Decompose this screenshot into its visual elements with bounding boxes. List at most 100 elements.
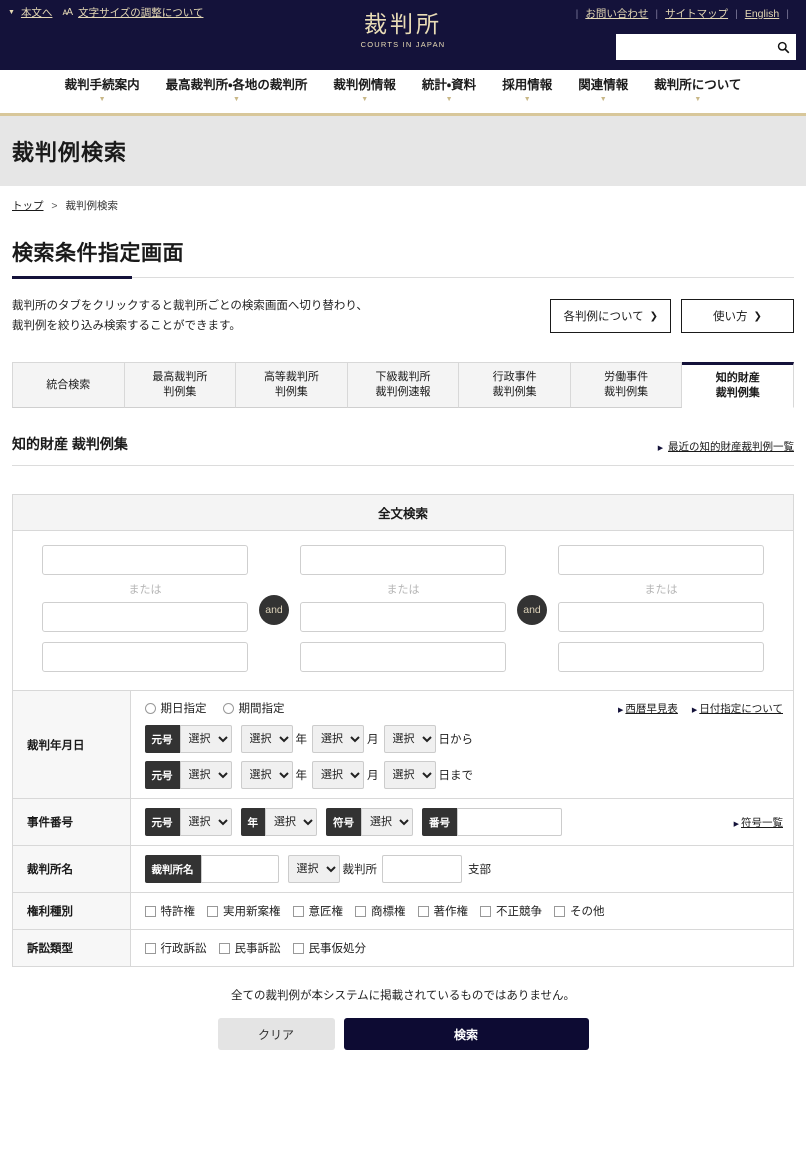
tab-administrative-cases[interactable]: 行政事件 裁判例集 — [459, 362, 571, 409]
nav-item-procedures[interactable]: 裁判手続案内 ▼ — [52, 78, 153, 103]
case-mark-select[interactable]: 選択 — [361, 808, 413, 837]
tab-line-2: 判例集 — [274, 386, 308, 399]
triangle-right-icon: ▶ — [691, 706, 698, 714]
search-icon — [777, 41, 789, 53]
checkbox-label: その他 — [570, 906, 605, 919]
checkbox-patent[interactable]: 特許権 — [144, 903, 195, 919]
checkbox-civil-provisional[interactable]: 民事仮処分 — [292, 940, 367, 956]
checkbox-utility-model[interactable]: 実用新案権 — [207, 903, 281, 919]
nav-item-about[interactable]: 裁判所について ▼ — [641, 78, 754, 103]
breadcrumb-home-link[interactable]: トップ — [12, 200, 44, 212]
era-select-to[interactable]: 選択 — [179, 761, 232, 790]
court-name-tag: 裁判所名 — [144, 855, 201, 884]
checkbox-other[interactable]: その他 — [554, 903, 605, 919]
breadcrumb: トップ > 裁判例検索 — [0, 186, 806, 213]
sitemap-link[interactable]: サイトマップ — [665, 6, 728, 21]
radio-date-range[interactable]: 期間指定 — [222, 700, 285, 716]
divider: | — [575, 7, 579, 20]
chevron-down-icon: ▼ — [599, 96, 607, 103]
search-button[interactable]: 検索 — [343, 1018, 589, 1051]
right-type-checkboxes: 特許権 実用新案権 意匠権 商標権 著作権 不正競争 その他 — [144, 903, 784, 919]
radio-circle-icon — [144, 702, 156, 714]
or-label: または — [644, 584, 678, 597]
radio-single-date-label: 期日指定 — [160, 703, 207, 716]
fulltext-input-1-1[interactable] — [42, 545, 248, 576]
fulltext-input-3-1[interactable] — [558, 545, 764, 576]
date-helper-links: ▶ 西暦早見表 ▶ 日付指定について — [618, 701, 783, 716]
year-select-from[interactable]: 選択 — [240, 725, 293, 754]
divider: | — [735, 7, 738, 20]
header-utility-links: | お問い合わせ | サイトマップ | English | — [569, 6, 796, 21]
mark-list-link[interactable]: 符号一覧 — [741, 817, 783, 829]
checkbox-administrative-suit[interactable]: 行政訴訟 — [144, 940, 207, 956]
checkbox-trademark[interactable]: 商標権 — [355, 903, 406, 919]
case-era-select[interactable]: 選択 — [179, 808, 232, 837]
month-select-to[interactable]: 選択 — [312, 761, 364, 790]
search-input[interactable] — [616, 34, 770, 60]
radio-single-date[interactable]: 期日指定 — [144, 700, 207, 716]
radio-circle-icon — [222, 702, 234, 714]
unit-month-from: 月 — [367, 734, 379, 747]
contact-link[interactable]: お問い合わせ — [585, 6, 648, 21]
era-tag-to: 元号 — [144, 761, 180, 790]
month-select-from[interactable]: 選択 — [312, 725, 364, 754]
fulltext-input-3-3[interactable] — [558, 642, 764, 673]
day-select-to[interactable]: 選択 — [383, 761, 436, 790]
branch-input[interactable] — [382, 855, 462, 884]
date-from-row: 元号 選択 選択 年 選択 月 選択 日から — [144, 725, 784, 754]
disclaimer-note: 全ての裁判例が本システムに掲載されているものではありません。 — [231, 990, 575, 1003]
tab-high-court[interactable]: 高等裁判所 判例集 — [236, 362, 348, 409]
fulltext-input-1-2[interactable] — [42, 602, 248, 633]
case-number-tag: 番号 — [422, 808, 457, 837]
about-cases-button[interactable]: 各判例について ❯ — [550, 299, 671, 334]
court-name-input[interactable] — [200, 855, 279, 884]
era-select-from[interactable]: 選択 — [179, 725, 232, 754]
search-conditions-heading: 検索条件指定画面 — [12, 242, 184, 265]
nav-item-statistics[interactable]: 統計・資料 ▼ — [409, 78, 489, 103]
case-year-select[interactable]: 選択 — [265, 808, 317, 837]
checkbox-box-icon — [218, 942, 230, 954]
checkbox-copyright[interactable]: 著作権 — [417, 903, 469, 919]
tab-integrated-search[interactable]: 統合検索 — [12, 362, 125, 409]
chevron-down-icon: ▼ — [523, 96, 531, 103]
tab-intellectual-property[interactable]: 知的財産 裁判例集 — [682, 362, 795, 409]
nav-item-courts[interactable]: 最高裁判所・各地の裁判所 ▼ — [153, 78, 321, 103]
clear-button[interactable]: クリア — [217, 1018, 335, 1051]
english-link[interactable]: English — [745, 8, 779, 20]
collection-title: 知的財産 裁判例集 — [12, 436, 128, 453]
about-date-link[interactable]: 日付指定について — [699, 703, 783, 715]
court-type-select[interactable]: 選択 — [287, 855, 340, 884]
fulltext-input-3-2[interactable] — [558, 602, 764, 633]
fulltext-input-1-3[interactable] — [42, 642, 248, 673]
checkbox-civil-suit[interactable]: 民事訴訟 — [218, 940, 281, 956]
row-value-suit-type: 行政訴訟 民事訴訟 民事仮処分 — [130, 930, 793, 967]
fulltext-input-2-2[interactable] — [300, 602, 506, 633]
nav-label: 裁判例情報 — [333, 78, 396, 92]
nav-item-recruitment[interactable]: 採用情報 ▼ — [489, 78, 565, 103]
checkbox-unfair-competition[interactable]: 不正競争 — [480, 903, 542, 919]
fulltext-input-2-1[interactable] — [300, 545, 506, 576]
tab-lower-court[interactable]: 下級裁判所 裁判例速報 — [347, 362, 460, 409]
western-calendar-link[interactable]: 西暦早見表 — [625, 703, 678, 715]
breadcrumb-current: 裁判例検索 — [65, 200, 118, 212]
recent-cases-link[interactable]: 最近の知的財産裁判例一覧 — [668, 441, 794, 453]
year-select-to[interactable]: 選択 — [240, 761, 293, 790]
nav-item-case-info[interactable]: 裁判例情報 ▼ — [320, 78, 409, 103]
tab-supreme-court[interactable]: 最高裁判所 判例集 — [124, 362, 237, 409]
checkbox-label: 民事仮処分 — [308, 943, 367, 956]
checkbox-label: 著作権 — [433, 906, 469, 919]
nav-item-related[interactable]: 関連情報 ▼ — [565, 78, 641, 103]
radio-date-range-label: 期間指定 — [238, 703, 285, 716]
and-operator-badge-2: and — [517, 594, 547, 625]
checkbox-design[interactable]: 意匠権 — [292, 903, 343, 919]
search-submit-button[interactable] — [770, 34, 796, 60]
tab-labor-cases[interactable]: 労働事件 裁判例集 — [570, 362, 683, 409]
checkbox-box-icon — [554, 905, 565, 917]
case-mark-list-link-wrap: ▶ 符号一覧 — [734, 815, 783, 830]
howto-button[interactable]: 使い方 ❯ — [681, 299, 794, 334]
day-select-from[interactable]: 選択 — [383, 725, 436, 754]
or-label: または — [386, 584, 420, 597]
fulltext-input-2-3[interactable] — [300, 642, 506, 673]
checkbox-box-icon — [144, 942, 156, 954]
case-number-input[interactable] — [457, 808, 562, 837]
